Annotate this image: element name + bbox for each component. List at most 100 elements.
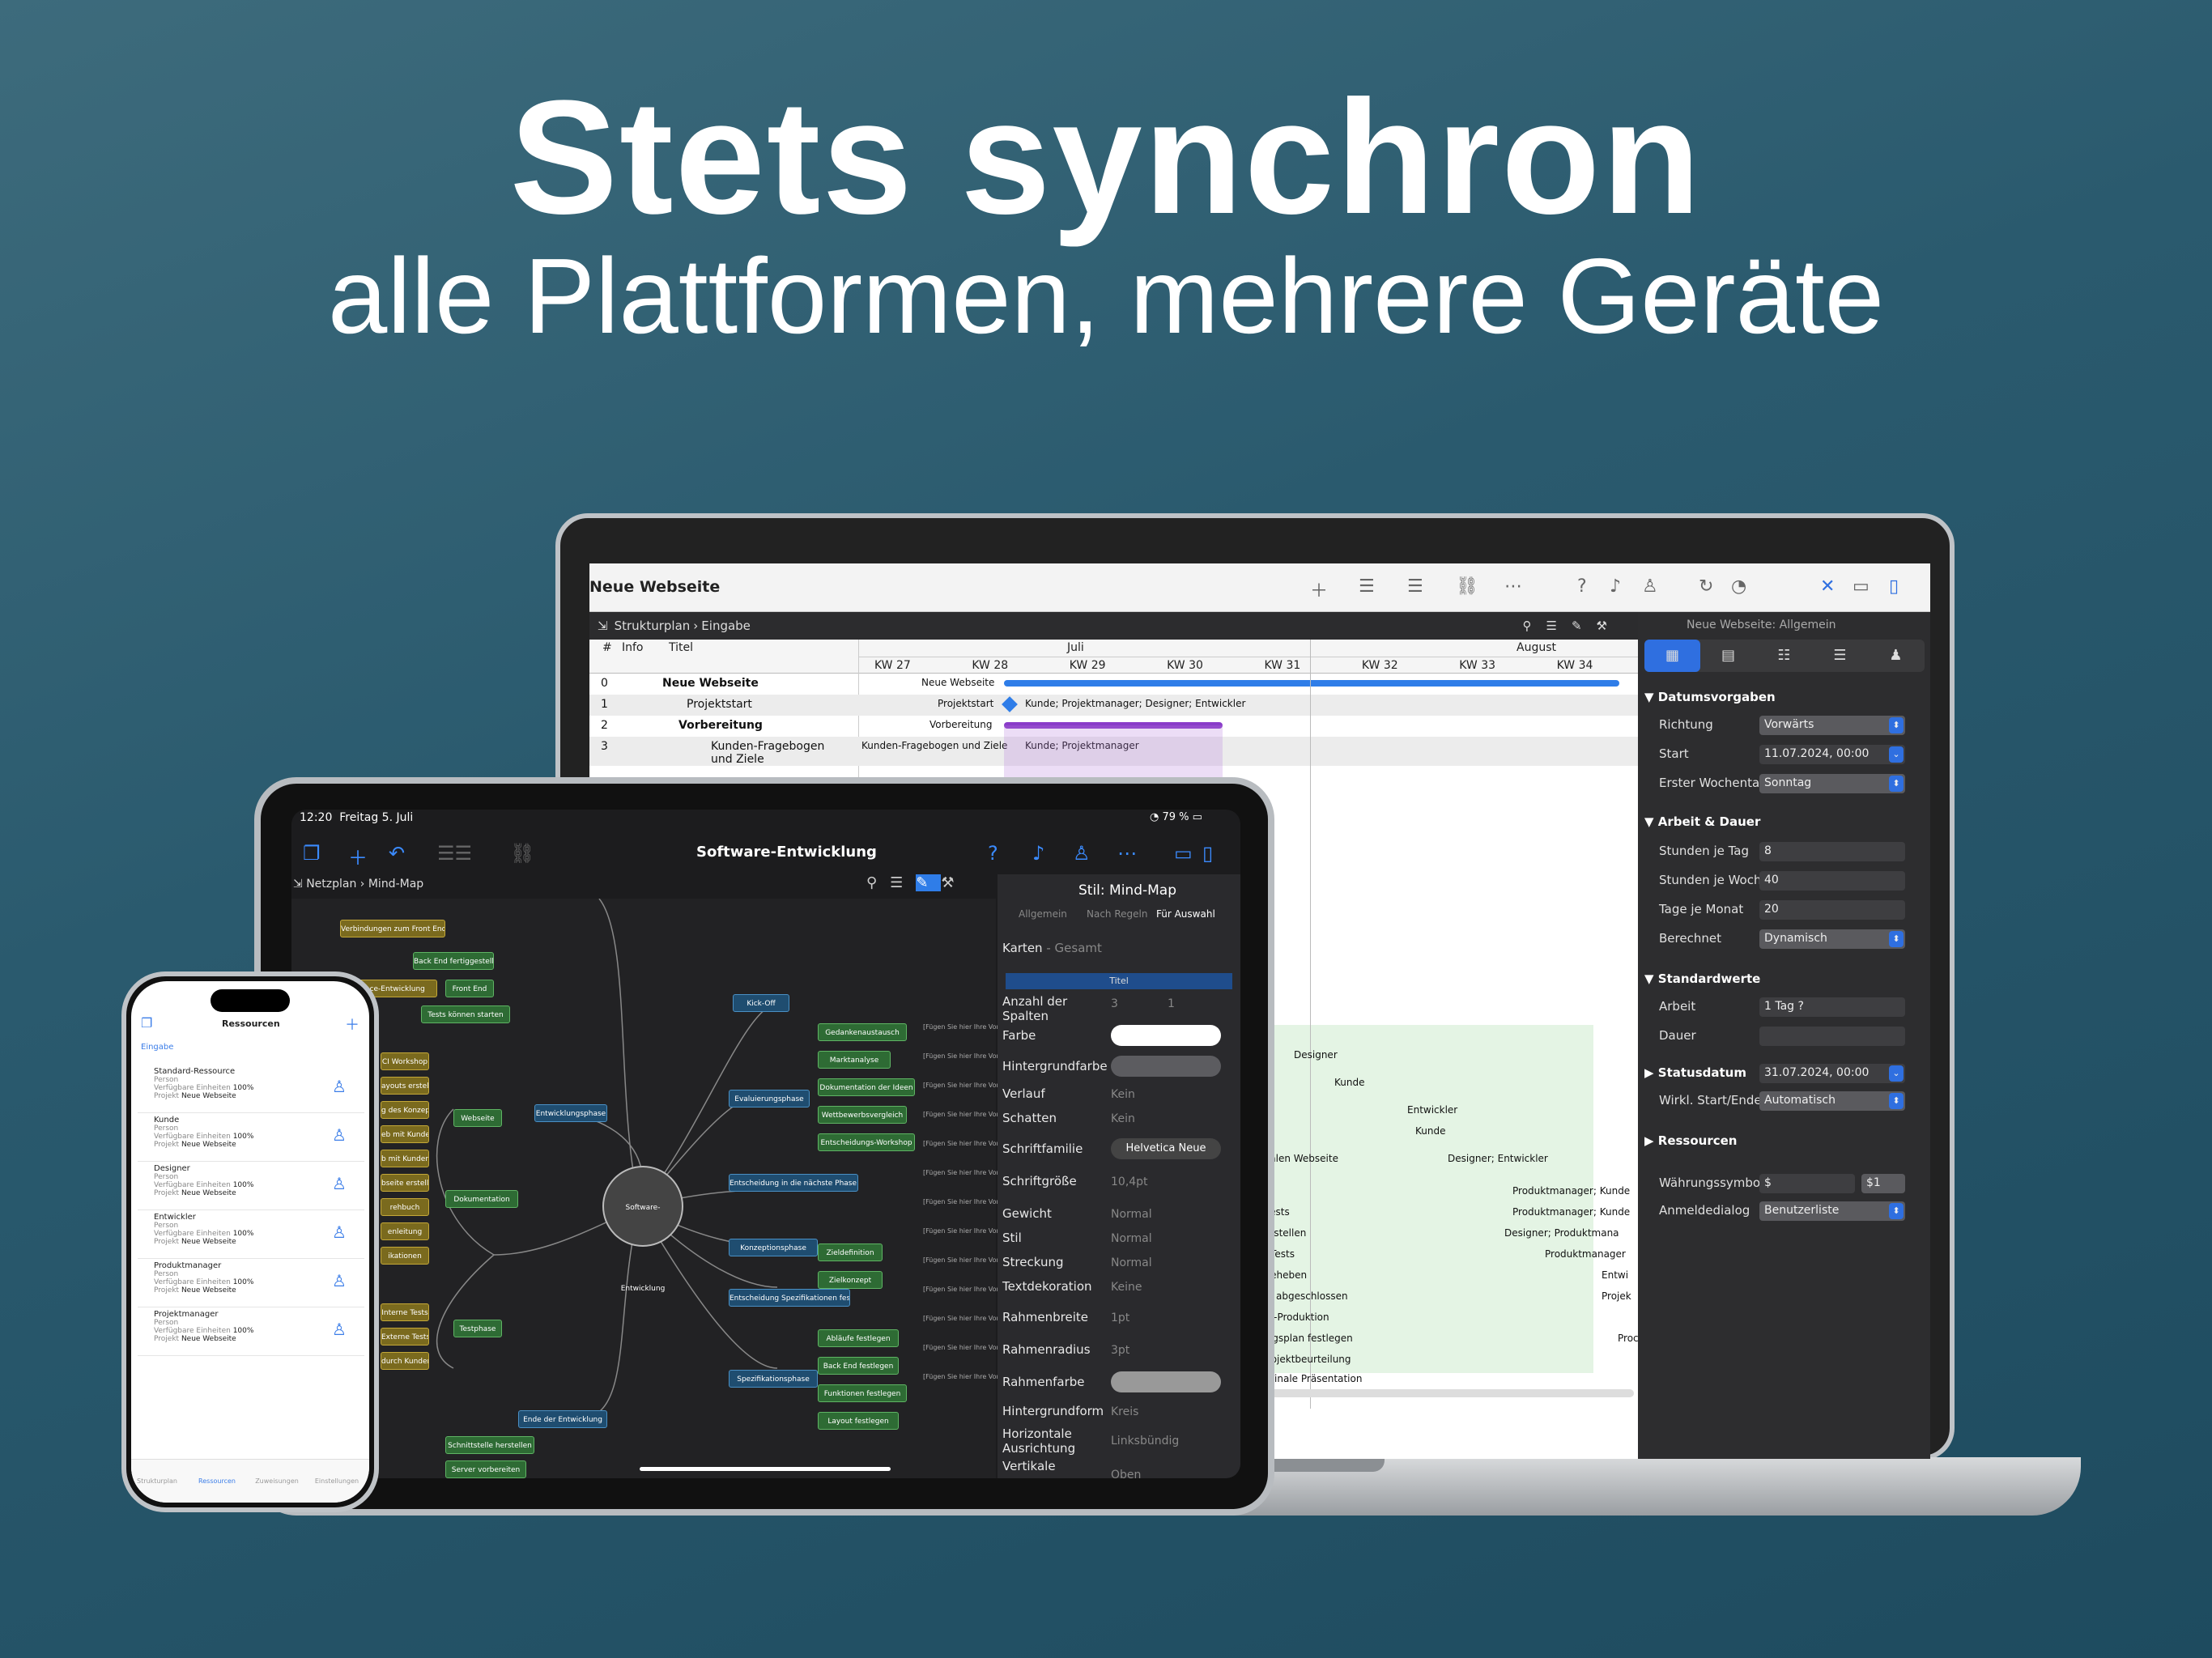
mindmap-node[interactable]: Spezifikationsphase [729, 1370, 818, 1388]
person-icon[interactable]: ♙ [1073, 842, 1091, 865]
mindmap-node[interactable]: Zielkonzept [818, 1271, 883, 1289]
mindmap-node[interactable]: Wettbewerbsvergleich [818, 1106, 907, 1124]
bell-icon[interactable]: ♪ [1610, 576, 1621, 597]
richtung-select[interactable]: Vorwärts ⬍ [1759, 716, 1905, 735]
panel-bottom-icon[interactable]: ▭ [1174, 842, 1193, 865]
wochentag-select[interactable]: Sonntag ⬍ [1759, 774, 1905, 793]
breadcrumb-eingabe[interactable]: Eingabe [701, 619, 751, 633]
mindmap-node[interactable]: Tests können starten [421, 1005, 510, 1023]
statusdatum-field[interactable]: 31.07.2024, 00:00 ⌄ [1759, 1064, 1905, 1083]
mindmap-node[interactable]: CI Workshop [381, 1052, 429, 1070]
view-tools-icons[interactable]: ⚲☰✎⚒ [1523, 619, 1622, 633]
sync-icon[interactable]: ↻ [1699, 576, 1713, 597]
mindmap-node[interactable]: bseite erstellen [381, 1174, 429, 1192]
mindmap-node[interactable]: rehbuch [381, 1198, 429, 1216]
mindmap-node[interactable]: Layout festlegen [818, 1412, 899, 1430]
tab-ressourcen[interactable]: Ressourcen [193, 1477, 241, 1485]
mindmap-node[interactable]: Gedankenaustausch [818, 1023, 907, 1041]
mindmap-node[interactable]: Interne Tests [381, 1303, 429, 1321]
more-icon[interactable]: ⋯ [1504, 576, 1522, 597]
mindmap-node[interactable]: Verbindungen zum Front End herstellen [340, 920, 445, 937]
stunden-tag-field[interactable]: 8 [1759, 842, 1905, 861]
mindmap-node[interactable]: Webseite [453, 1109, 502, 1127]
mindmap-node[interactable]: Abläufe festlegen [818, 1329, 899, 1347]
mindmap-node[interactable]: Dokumentation der Ideen [818, 1078, 915, 1096]
wirkl-select[interactable]: Automatisch ⬍ [1759, 1091, 1905, 1111]
tab-einstellungen[interactable]: Einstellungen [313, 1477, 361, 1485]
list-item[interactable]: Produktmanager Person Verfügbare Einheiten… [138, 1261, 364, 1307]
mindmap-node[interactable]: durch Kunden [381, 1352, 429, 1370]
more-icon[interactable]: ⋯ [1117, 842, 1137, 865]
hintergrundfarbe-swatch[interactable] [1111, 1056, 1221, 1077]
tab-calendar-icon[interactable]: ▤ [1700, 640, 1756, 672]
link-icon[interactable]: ⛓ [510, 842, 534, 865]
mindmap-node[interactable]: Entwicklungsphase [534, 1104, 607, 1122]
document-icon[interactable]: ❐ [303, 842, 321, 865]
table-row[interactable]: 0 Neue Webseite Neue Webseite [589, 674, 1638, 695]
list-item[interactable]: Kunde Person Verfügbare Einheiten 100% Proj… [138, 1116, 364, 1162]
panel-right-icon[interactable]: ▯ [1889, 576, 1899, 597]
outdent-icon[interactable]: ☰ [1407, 576, 1423, 597]
help-icon[interactable]: ? [1577, 576, 1587, 597]
mindmap-node[interactable]: ikationen [381, 1247, 429, 1265]
mindmap-node[interactable]: Ende der Entwicklung [518, 1410, 607, 1428]
breadcrumb-strukturplan[interactable]: Strukturplan [615, 619, 691, 633]
tage-monat-field[interactable]: 20 [1759, 900, 1905, 920]
view-tools-icons[interactable]: ⚲☰✎⚒ [866, 874, 968, 891]
tab-allgemein[interactable]: Allgemein [1019, 908, 1067, 920]
mindmap-node[interactable]: Dokumentation [445, 1190, 518, 1208]
berechnet-select[interactable]: Dynamisch ⬍ [1759, 929, 1905, 949]
mindmap-node[interactable]: Konzeptionsphase [729, 1239, 818, 1256]
mindmap-node[interactable]: Testphase [453, 1320, 502, 1337]
mindmap-canvas[interactable]: Software-Entwicklung Kick-Off Entwicklung… [291, 899, 1034, 1478]
tab-columns-icon[interactable]: ☰ [1812, 640, 1868, 672]
undo-icon[interactable]: ↶ [389, 842, 405, 865]
table-row[interactable]: 1 Projektstart Projektstart Kunde; Proje… [589, 695, 1638, 716]
mindmap-center-node[interactable]: Software-Entwicklung [602, 1166, 683, 1293]
tools-icon[interactable]: ✕ [1820, 576, 1835, 597]
list-item[interactable]: Projektmanager Person Verfügbare Einheiten… [138, 1310, 364, 1356]
indent-icon[interactable]: ☰ [1359, 576, 1375, 597]
waehrung-field[interactable]: $ [1759, 1174, 1855, 1193]
list-item[interactable]: Standard-Ressource Person Verfügbare Einhe… [138, 1067, 364, 1113]
add-icon[interactable]: ＋ [348, 842, 368, 870]
schriftfamilie-button[interactable]: Helvetica Neue [1111, 1138, 1221, 1159]
arbeit-field[interactable]: 1 Tag ? [1759, 997, 1905, 1017]
stunden-woche-field[interactable]: 40 [1759, 871, 1905, 891]
tab-strukturplan[interactable]: Strukturplan [133, 1477, 181, 1485]
mindmap-node[interactable]: Server vorbereiten [445, 1460, 526, 1478]
mindmap-node[interactable]: Back End fertiggestellt [413, 952, 494, 970]
tab-general-icon[interactable]: ▦ [1644, 640, 1700, 672]
mindmap-node[interactable]: Kick-Off [733, 994, 789, 1012]
mindmap-node[interactable]: Schnittstelle herstellen [445, 1436, 534, 1454]
list-item[interactable]: Designer Person Verfügbare Einheiten 100% P… [138, 1164, 364, 1210]
mindmap-node[interactable]: g des Konzepts [381, 1101, 429, 1119]
mindmap-node[interactable]: ayouts erstellen [381, 1077, 429, 1095]
tab-list-icon[interactable]: ☷ [1756, 640, 1812, 672]
list-item[interactable]: Entwickler Person Verfügbare Einheiten 100… [138, 1213, 364, 1259]
resource-icon[interactable]: ♙ [1642, 576, 1658, 597]
panel-bottom-icon[interactable]: ▭ [1853, 576, 1870, 597]
share-icon[interactable]: ◔ [1731, 576, 1746, 597]
indent-icon[interactable]: ☰☰ [437, 842, 472, 865]
mindmap-node[interactable]: Entscheidung Spezifikationen festzulegen [729, 1289, 850, 1307]
tab-people-icon[interactable]: ♟ [1868, 640, 1924, 672]
mindmap-node[interactable]: Back End festlegen [818, 1357, 899, 1375]
mindmap-node[interactable]: Zieldefinition [818, 1244, 883, 1261]
mindmap-node[interactable]: Entscheidung in die nächste Phase einzut… [729, 1174, 858, 1192]
mindmap-node[interactable]: eb mit Kunden [381, 1125, 429, 1143]
mindmap-node[interactable]: Front End [445, 980, 494, 997]
add-icon[interactable]: ＋ [1310, 576, 1328, 602]
add-icon[interactable]: ＋ [345, 1014, 359, 1035]
dauer-field[interactable] [1759, 1027, 1905, 1046]
start-field[interactable]: 11.07.2024, 00:00 ⌄ [1759, 745, 1905, 764]
panel-right-icon[interactable]: ▯ [1202, 842, 1213, 865]
tab-zuweisungen[interactable]: Zuweisungen [253, 1477, 301, 1485]
mindmap-node[interactable]: Entscheidungs-Workshop [818, 1133, 915, 1151]
document-icon[interactable]: ❐ [141, 1015, 152, 1031]
mindmap-node[interactable]: Funktionen festlegen [818, 1384, 907, 1402]
waehrung-select[interactable]: $1 [1861, 1174, 1905, 1193]
mindmap-node[interactable]: Marktanalyse [818, 1051, 891, 1069]
link-icon[interactable]: ⛓ [1456, 576, 1478, 597]
mindmap-node[interactable]: Evaluierungsphase [729, 1090, 810, 1107]
